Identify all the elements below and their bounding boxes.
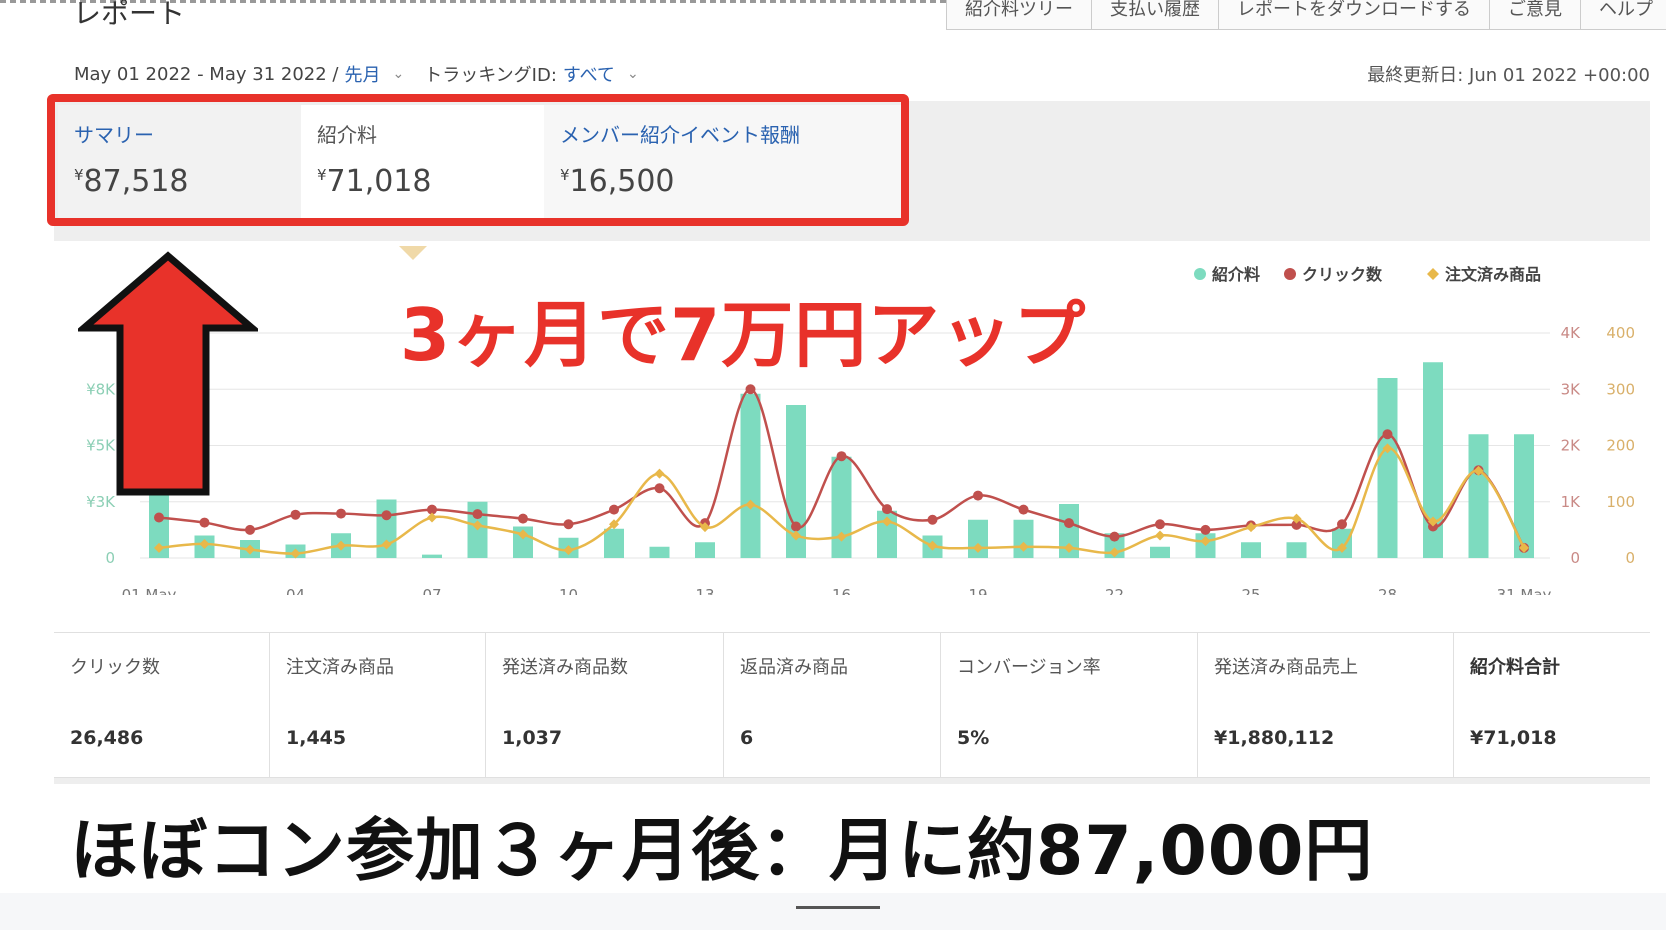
bar bbox=[695, 542, 715, 558]
ordered-point bbox=[427, 512, 437, 523]
legend-marker bbox=[1284, 268, 1296, 280]
tracking-dropdown[interactable]: すべて bbox=[563, 61, 615, 87]
clicks-point bbox=[154, 512, 164, 523]
metric-conversion: コンバージョン率 5% bbox=[941, 633, 1198, 777]
bar bbox=[740, 393, 761, 558]
clicks-point bbox=[1109, 531, 1120, 542]
y-left-tick: 0 bbox=[105, 549, 115, 567]
x-tick: 04 bbox=[286, 586, 305, 595]
clicks-point bbox=[836, 451, 847, 462]
y-right-tick-clicks: 3K bbox=[1561, 380, 1582, 398]
x-tick: 10 bbox=[559, 586, 578, 595]
x-tick: 25 bbox=[1241, 586, 1260, 595]
clicks-point bbox=[290, 509, 301, 520]
bar bbox=[1241, 542, 1261, 558]
y-right-tick-orders: 100 bbox=[1606, 493, 1635, 511]
clicks-point bbox=[472, 509, 483, 520]
ordered-point bbox=[1155, 530, 1165, 541]
chevron-down-icon[interactable]: ⌄ bbox=[627, 66, 639, 82]
clicks-point bbox=[927, 514, 938, 525]
metric-shipped-revenue: 発送済み商品売上 ¥1,880,112 bbox=[1198, 633, 1454, 777]
tracking-label: トラッキングID: bbox=[424, 65, 557, 86]
scroll-handle[interactable] bbox=[796, 906, 880, 909]
chevron-down-icon[interactable]: ⌄ bbox=[392, 66, 404, 82]
clicks-point bbox=[199, 517, 210, 528]
bar bbox=[604, 528, 624, 558]
clicks-point bbox=[791, 521, 801, 532]
y-right-tick-orders: 200 bbox=[1606, 437, 1635, 455]
tab-download-report[interactable]: レポートをダウンロードする bbox=[1219, 0, 1490, 29]
bar bbox=[422, 554, 442, 558]
y-right-tick-clicks: 0 bbox=[1570, 549, 1580, 567]
metric-shipped: 発送済み商品数 1,037 bbox=[486, 633, 724, 777]
x-tick: 19 bbox=[968, 586, 987, 595]
bar bbox=[1013, 519, 1034, 558]
tab-feedback[interactable]: ご意見 bbox=[1490, 0, 1581, 29]
y-right-tick-orders: 0 bbox=[1625, 549, 1635, 567]
bar bbox=[1377, 378, 1398, 558]
clicks-point bbox=[1018, 504, 1029, 515]
top-tab-bar: 紹介料ツリー 支払い履歴 レポートをダウンロードする ご意見 ヘルプ bbox=[946, 0, 1666, 30]
clicks-point bbox=[1200, 524, 1211, 535]
tab-referral-tree[interactable]: 紹介料ツリー bbox=[947, 0, 1092, 29]
legend-marker bbox=[1427, 268, 1439, 280]
bar bbox=[1468, 434, 1489, 558]
clicks-point bbox=[1382, 429, 1393, 440]
period-dropdown[interactable]: 先月 bbox=[344, 61, 380, 87]
x-tick: 16 bbox=[832, 586, 851, 595]
date-range: May 01 2022 - May 31 2022 / bbox=[74, 63, 339, 85]
y-right-tick-orders: 300 bbox=[1606, 380, 1635, 398]
x-tick: 01 May bbox=[122, 586, 177, 595]
x-tick: 22 bbox=[1105, 586, 1124, 595]
clicks-point bbox=[245, 524, 255, 535]
metric-returned: 返品済み商品 6 bbox=[724, 633, 941, 777]
clicks-point bbox=[654, 483, 665, 494]
clicks-point bbox=[518, 513, 528, 524]
clicks-point bbox=[745, 384, 756, 395]
legend-label: 注文済み商品 bbox=[1445, 265, 1541, 284]
legend-label: 紹介料 bbox=[1212, 265, 1260, 284]
bar bbox=[1150, 546, 1170, 558]
x-tick: 07 bbox=[422, 586, 441, 595]
divider bbox=[54, 778, 1650, 784]
legend-marker bbox=[1194, 268, 1206, 280]
callout-text: 3ヶ月で7万円アップ bbox=[400, 293, 1087, 377]
legend-label: クリック数 bbox=[1302, 265, 1383, 284]
up-arrow-icon bbox=[78, 251, 258, 496]
last-updated: 最終更新日: Jun 01 2022 +00:00 bbox=[1367, 65, 1650, 86]
clicks-point bbox=[609, 504, 619, 515]
x-tick: 31 May bbox=[1497, 586, 1552, 595]
clicks-point bbox=[1064, 518, 1074, 529]
summary-table: クリック数 26,486 注文済み商品 1,445 発送済み商品数 1,037 返品済… bbox=[54, 632, 1650, 778]
footer-bar bbox=[0, 893, 1666, 930]
tab-payment-history[interactable]: 支払い履歴 bbox=[1092, 0, 1219, 29]
highlight-box bbox=[47, 94, 909, 226]
bar bbox=[1286, 542, 1307, 558]
clicks-point bbox=[381, 510, 392, 521]
clicks-point bbox=[882, 504, 892, 515]
filter-bar: May 01 2022 - May 31 2022 / 先月 ⌄ トラッキングI… bbox=[74, 61, 653, 87]
clicks-point bbox=[973, 490, 983, 501]
clicks-point bbox=[1155, 519, 1165, 530]
metric-clicks: クリック数 26,486 bbox=[54, 633, 270, 777]
metric-ordered: 注文済み商品 1,445 bbox=[270, 633, 486, 777]
y-right-tick-clicks: 2K bbox=[1561, 437, 1582, 455]
bar bbox=[831, 456, 852, 558]
clicks-point bbox=[336, 508, 346, 519]
ordered-point bbox=[654, 468, 665, 479]
page-title: レポート bbox=[73, 0, 186, 30]
tab-help[interactable]: ヘルプ bbox=[1581, 0, 1666, 29]
caption-text: ほぼコン参加３ヶ月後：月に約87,000円 bbox=[70, 812, 1374, 891]
y-right-tick-clicks: 4K bbox=[1561, 324, 1582, 342]
x-tick: 13 bbox=[695, 586, 714, 595]
bar bbox=[1514, 434, 1534, 558]
y-right-tick-clicks: 1K bbox=[1561, 493, 1582, 511]
bar bbox=[649, 546, 670, 558]
x-tick: 28 bbox=[1378, 586, 1397, 595]
clicks-point bbox=[1337, 519, 1347, 530]
metric-total-fee: 紹介料合計 ¥71,018 bbox=[1470, 657, 1560, 749]
y-right-tick-orders: 400 bbox=[1606, 324, 1635, 342]
clicks-point bbox=[563, 519, 574, 530]
